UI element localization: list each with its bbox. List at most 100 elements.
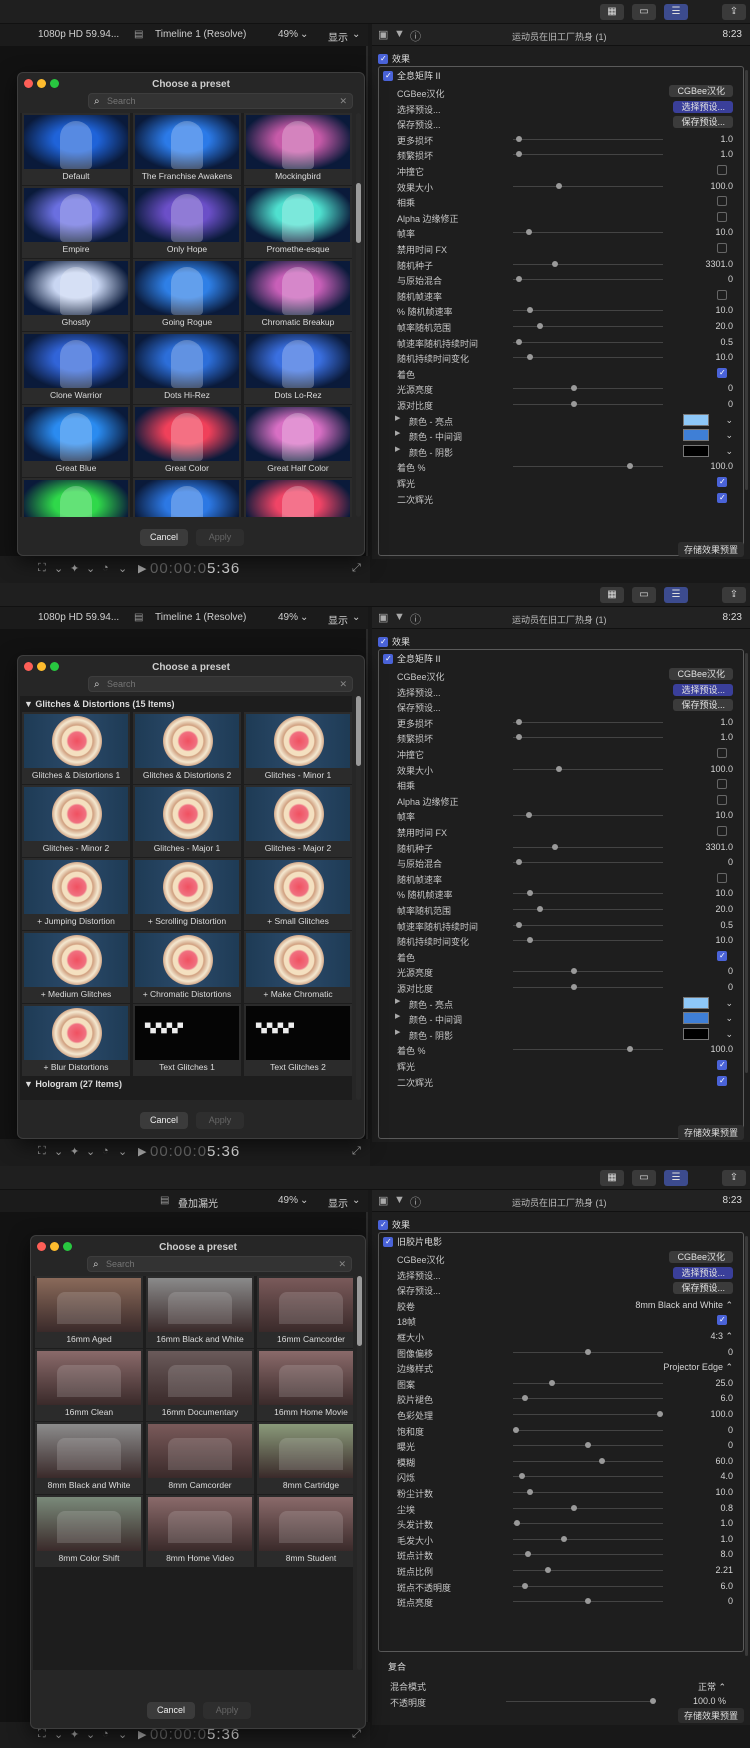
checkbox-icon[interactable] [378,1219,388,1230]
param-value[interactable]: 20.0 [715,904,733,914]
preset-tile[interactable]: 8mm Black and White [35,1422,143,1494]
param-value[interactable]: 20.0 [715,321,733,331]
preset-tile[interactable]: Clone Warrior [22,332,130,404]
zoom-dropdown[interactable]: 49% [278,29,298,40]
param-slider[interactable] [513,1535,663,1542]
color-swatch[interactable] [683,1012,709,1025]
effects-toggle[interactable]: 效果 [378,52,410,65]
param-value[interactable]: 0.5 [720,337,733,347]
checkbox-icon[interactable] [383,1236,393,1247]
slider-knob[interactable] [515,276,522,283]
param-value[interactable]: 1.0 [720,134,733,144]
param-value[interactable]: 3301.0 [705,842,733,852]
effects-toggle[interactable]: 效果 [378,1218,410,1231]
play-icon[interactable]: ▶ [138,562,146,575]
play-icon[interactable]: ▶ [138,1145,146,1158]
param-button[interactable]: 保存预设... [673,1282,733,1295]
effect-title[interactable]: 全息矩阵 II [383,652,441,665]
param-button[interactable]: CGBee汉化 [669,668,733,680]
param-value[interactable]: 10.0 [715,935,733,945]
search-input[interactable] [107,95,307,107]
inspector-scrollbar[interactable] [745,653,748,1073]
share-icon[interactable]: ⇪ [722,1170,746,1186]
search-field[interactable]: ⌕✕ [87,1256,352,1272]
preset-tile[interactable]: Great Color [133,405,241,477]
param-slider[interactable] [513,260,663,267]
slider-knob[interactable] [527,890,534,897]
slider-knob[interactable] [515,135,522,142]
grid-icon[interactable]: ▦ [600,4,624,20]
effects-toggle[interactable]: 效果 [378,635,410,648]
checkbox-icon[interactable] [383,70,393,81]
param-value[interactable]: 8.0 [720,1549,733,1559]
slider-knob[interactable] [585,1598,591,1605]
save-effect-preset-button[interactable]: 存储效果预置 [677,542,744,557]
slider-knob[interactable] [549,1379,555,1386]
param-value[interactable]: 0 [728,966,733,976]
preset-tile[interactable]: 8mm Home Video [146,1495,254,1567]
opacity-slider[interactable] [506,1698,656,1704]
slider-knob[interactable] [527,354,534,361]
preset-tile[interactable]: Going Rogue [133,259,241,331]
slider-knob[interactable] [514,1520,521,1527]
param-checkbox[interactable] [717,1315,727,1326]
param-slider[interactable] [513,1567,663,1573]
param-value[interactable]: 100.0 [710,764,733,774]
fullscreen-icon[interactable]: ⤢ [352,1728,361,1741]
preset-tile[interactable]: 16mm Clean [35,1349,143,1421]
param-slider[interactable] [513,182,663,189]
display-dropdown[interactable]: 显示 [328,612,348,627]
preset-tile[interactable]: Great Blue [22,405,130,477]
cancel-button[interactable]: Cancel [147,1702,195,1719]
preset-tile[interactable]: ▀▄▀▄▀▄▀ Text Glitches 2 [244,1004,352,1076]
param-checkbox[interactable] [717,165,727,175]
magic-wand-icon[interactable]: ✦ [70,562,79,575]
color-swatch[interactable] [683,444,709,457]
param-checkbox[interactable] [717,872,727,883]
slider-knob[interactable] [626,463,633,470]
param-slider[interactable] [513,151,663,158]
dialog-scrollbar[interactable] [357,1276,362,1670]
color-swatch[interactable] [683,429,709,442]
category-header[interactable]: ▼ Glitches & Distortions (15 Items) [24,699,174,709]
slider-knob[interactable] [537,323,544,329]
param-slider[interactable] [513,718,663,725]
filter-icon[interactable]: ▼ [394,611,405,623]
sliders-icon[interactable]: ☰ [664,4,688,20]
param-checkbox[interactable] [717,196,727,207]
slider-knob[interactable] [570,968,577,975]
param-slider[interactable] [513,765,663,772]
scroll-thumb[interactable] [356,696,361,766]
preset-tile[interactable]: Glitches & Distortions 1 [22,712,130,784]
opacity-value[interactable]: 100.0 % [693,1696,726,1706]
slider-knob[interactable] [524,1551,531,1558]
speed-icon[interactable]: ◔ [102,1145,109,1157]
preset-tile[interactable]: + Small Glitches [244,858,352,930]
slider-knob[interactable] [515,718,522,725]
film-icon[interactable]: ▣ [378,1194,388,1207]
apply-button[interactable]: Apply [196,1112,244,1129]
param-slider[interactable] [513,385,663,392]
param-slider[interactable] [513,307,663,314]
param-value[interactable]: 1.0 [720,1518,733,1528]
param-dropdown[interactable]: 8mm Black and White ⌃ [635,1300,733,1311]
param-slider[interactable] [513,984,663,990]
slider-knob[interactable] [527,1489,534,1495]
chevron-down-icon[interactable]: ⌄ [86,1145,95,1158]
preset-tile[interactable]: Chromatic Breakup [244,259,352,331]
scroll-thumb[interactable] [357,1276,362,1346]
preset-tile[interactable] [133,478,241,517]
slider-knob[interactable] [570,984,577,990]
param-value[interactable]: 0 [728,274,733,284]
chevron-down-icon[interactable]: ⌄ [86,562,95,575]
preset-tile[interactable]: + Chromatic Distortions [133,931,241,1003]
param-value[interactable]: 3301.0 [705,259,733,269]
search-input[interactable] [107,678,307,690]
param-value[interactable]: 0 [728,982,733,992]
param-checkbox[interactable] [717,779,727,790]
slider-knob[interactable] [518,1473,525,1480]
param-value[interactable]: 1.0 [720,149,733,159]
preset-tile[interactable]: Ghostly [22,259,130,331]
preset-tile[interactable]: + Make Chromatic [244,931,352,1003]
param-value[interactable]: 0 [728,1425,733,1435]
